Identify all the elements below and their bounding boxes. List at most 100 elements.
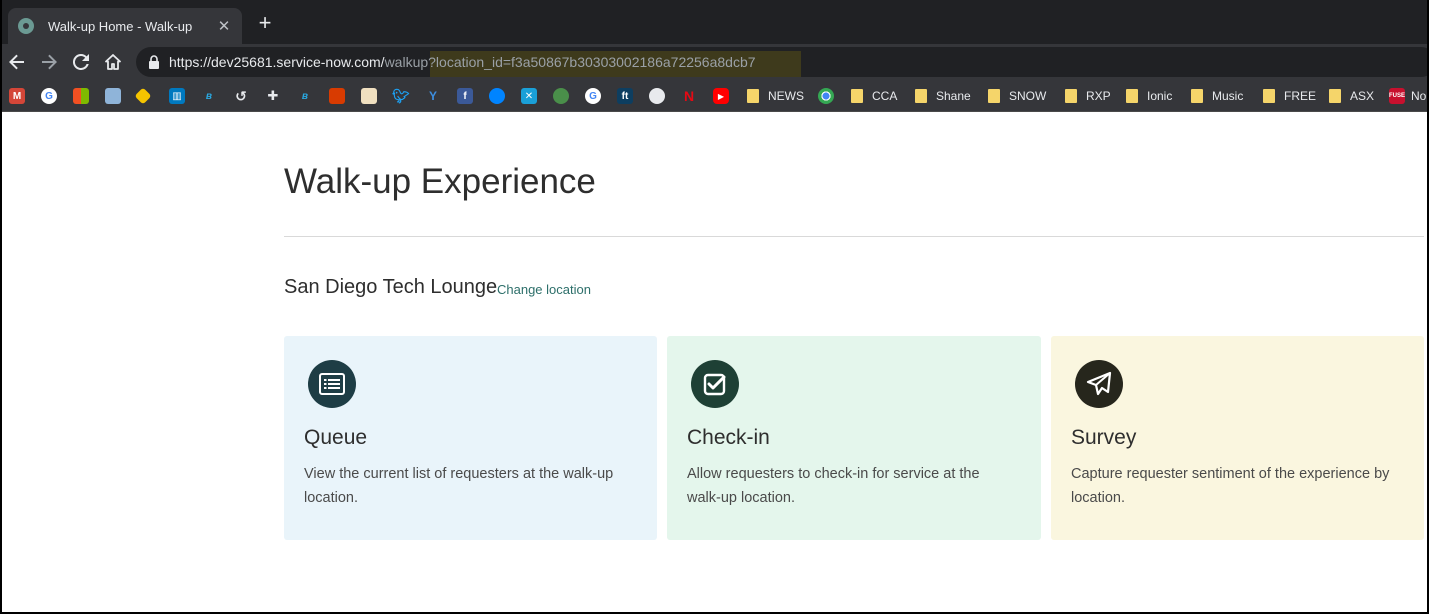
chrome-icon xyxy=(818,88,834,104)
history-icon: ↺ xyxy=(235,87,247,104)
bookmark-world[interactable] xyxy=(649,86,665,106)
bookmark-bing-2[interactable]: ʙ xyxy=(297,86,313,106)
facebook-icon: f xyxy=(457,88,473,104)
card-title: Survey xyxy=(1071,426,1137,449)
bookmark-gmail[interactable]: M xyxy=(9,86,25,106)
survey-card[interactable]: Survey Capture requester sentiment of th… xyxy=(1051,336,1424,540)
bookmark-doc[interactable] xyxy=(361,86,377,106)
trello-icon: ▥ xyxy=(169,88,185,104)
folder-icon xyxy=(1126,89,1138,103)
bookmark-google[interactable]: G xyxy=(41,86,57,106)
bookmark-label: FREE xyxy=(1284,89,1317,103)
forward-button[interactable] xyxy=(37,50,61,74)
google-icon: G xyxy=(41,88,57,104)
browser-tab[interactable]: Walk-up Home - Walk-up ✕ xyxy=(8,8,242,44)
bookmark-facebook[interactable]: f xyxy=(457,86,473,106)
x-app-icon: ✕ xyxy=(521,88,537,104)
bookmark-messenger[interactable] xyxy=(489,86,505,106)
bookmark-label: Music xyxy=(1212,89,1244,103)
back-arrow-icon xyxy=(9,54,24,70)
bookmark-history[interactable]: ↺ xyxy=(233,86,249,106)
bookmark-office[interactable] xyxy=(329,86,345,106)
folder-icon xyxy=(1329,89,1341,103)
bookmark-label: No xyxy=(1411,89,1427,103)
checkbox-icon xyxy=(691,360,739,408)
bookmark-folder-music[interactable]: Music xyxy=(1191,86,1243,106)
tab-strip: Walk-up Home - Walk-up ✕ + xyxy=(0,0,1429,44)
bookmark-folder-free[interactable]: FREE xyxy=(1263,86,1316,106)
list-icon xyxy=(308,360,356,408)
title-divider xyxy=(284,236,1424,237)
change-location-link[interactable]: Change location xyxy=(497,282,591,297)
office-icon xyxy=(329,88,345,104)
bookmark-label: Ionic xyxy=(1147,89,1173,103)
forward-arrow-icon xyxy=(42,54,57,70)
browser-toolbar: https://dev25681.service-now.com/walkup?… xyxy=(0,44,1429,80)
bookmark-ft[interactable]: ft xyxy=(617,86,633,106)
earth-icon xyxy=(553,88,569,104)
bookmarks-bar: M G ▥ ʙ ↺ ✚ ʙ 🐦︎ Y f ✕ G ft N ▶ NEWS CCA… xyxy=(0,80,1429,112)
address-bar[interactable]: https://dev25681.service-now.com/walkup?… xyxy=(136,47,1429,77)
bookmark-folder-ionic[interactable]: Ionic xyxy=(1126,86,1172,106)
bookmark-chrome[interactable] xyxy=(818,86,834,106)
bookmark-folder-shane[interactable]: Shane xyxy=(915,86,971,106)
bookmark-folder-rxp[interactable]: RXP xyxy=(1065,86,1111,106)
messenger-icon xyxy=(489,88,505,104)
location-name: San Diego Tech Lounge xyxy=(284,276,498,298)
url-path: walkup?location_id=f3a50867b30303002186a… xyxy=(384,54,756,70)
bookmark-earth[interactable] xyxy=(553,86,569,106)
home-button[interactable] xyxy=(101,50,125,74)
folder-icon xyxy=(1191,89,1203,103)
bookmark-fuse[interactable]: FUSE No xyxy=(1389,86,1426,106)
b-logo-icon: ʙ xyxy=(301,90,309,102)
bookmark-youtube[interactable]: ▶ xyxy=(713,86,729,106)
bookmark-label: CCA xyxy=(872,89,898,103)
bookmark-folder-snow[interactable]: SNOW xyxy=(988,86,1046,106)
microsoft-icon xyxy=(73,88,89,104)
twitter-icon: 🐦︎ xyxy=(392,87,410,104)
bookmark-yammer[interactable]: Y xyxy=(425,86,441,106)
bookmark-netflix[interactable]: N xyxy=(681,86,697,106)
bookmark-label: SNOW xyxy=(1009,89,1047,103)
back-button[interactable] xyxy=(5,50,29,74)
bookmark-app-x[interactable]: ✕ xyxy=(521,86,537,106)
bookmark-site-1[interactable] xyxy=(105,86,121,106)
paper-plane-icon xyxy=(1075,360,1123,408)
folder-icon xyxy=(747,89,759,103)
card-description: View the current list of requesters at t… xyxy=(304,466,614,506)
puzzle-icon: ✚ xyxy=(267,88,279,103)
b-logo-icon: ʙ xyxy=(205,90,213,102)
google-icon: G xyxy=(585,88,601,104)
card-description: Allow requesters to check-in for service… xyxy=(687,466,980,506)
netflix-icon: N xyxy=(683,88,695,104)
queue-card[interactable]: Queue View the current list of requester… xyxy=(284,336,657,540)
youtube-icon: ▶ xyxy=(713,88,729,104)
servicenow-favicon-icon xyxy=(18,18,34,34)
bookmark-folder-cca[interactable]: CCA xyxy=(851,86,897,106)
url-host: https://dev25681.service-now.com/ xyxy=(169,54,385,70)
bookmark-extensions[interactable]: ✚ xyxy=(265,86,281,106)
bookmark-folder-news[interactable]: NEWS xyxy=(747,86,804,106)
card-title: Check-in xyxy=(687,426,770,449)
page-title: Walk-up Experience xyxy=(284,162,596,201)
home-icon xyxy=(105,54,121,70)
bookmark-trello[interactable]: ▥ xyxy=(169,86,185,106)
check-in-card[interactable]: Check-in Allow requesters to check-in fo… xyxy=(667,336,1041,540)
bookmark-folder-asx[interactable]: ASX xyxy=(1329,86,1374,106)
globe-icon xyxy=(105,88,121,104)
bookmark-twitter[interactable]: 🐦︎ xyxy=(392,86,410,106)
yammer-icon: Y xyxy=(428,89,437,103)
bookmark-bing-1[interactable]: ʙ xyxy=(201,86,217,106)
tab-close-icon[interactable]: ✕ xyxy=(216,17,232,35)
diamond-icon xyxy=(134,87,152,105)
card-description: Capture requester sentiment of the exper… xyxy=(1071,466,1390,506)
new-tab-button[interactable]: + xyxy=(254,12,276,34)
reload-button[interactable] xyxy=(69,50,93,74)
bookmark-site-2[interactable] xyxy=(134,86,152,106)
bookmark-microsoft[interactable] xyxy=(73,86,89,106)
reload-icon xyxy=(73,54,89,70)
bookmark-google-2[interactable]: G xyxy=(585,86,601,106)
world-icon xyxy=(649,88,665,104)
bookmark-label: NEWS xyxy=(768,89,804,103)
folder-icon xyxy=(915,89,927,103)
